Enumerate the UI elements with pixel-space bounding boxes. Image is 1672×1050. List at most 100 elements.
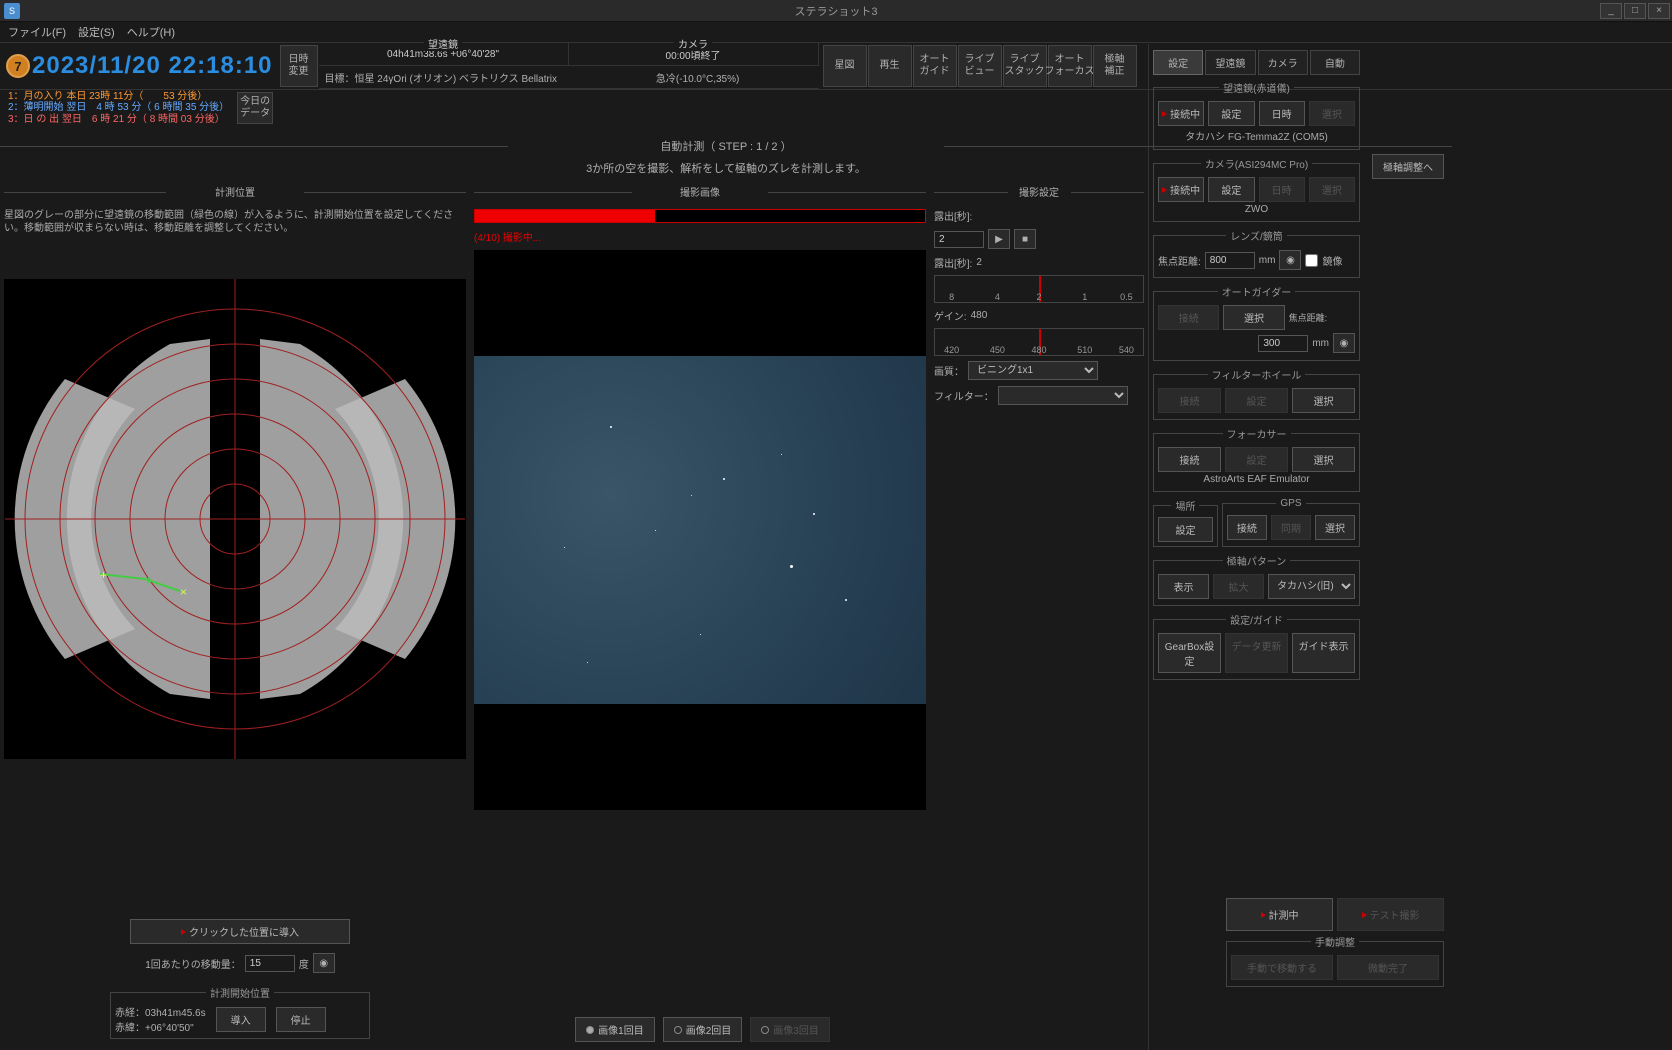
image-selector-row: 画像1回目 画像2回目 画像3回目 <box>480 1017 925 1042</box>
polar-button[interactable]: 極軸 補正 <box>1093 45 1137 87</box>
window-title: ステラショット3 <box>795 3 878 19</box>
guider-choose-button[interactable]: 選択 <box>1223 305 1284 330</box>
image-preview[interactable] <box>474 250 926 810</box>
position-header: 計測位置 <box>4 184 466 199</box>
menu-settings[interactable]: 設定(S) <box>78 24 115 40</box>
autoguide-button[interactable]: オート ガイド <box>913 45 957 87</box>
autofocus-button[interactable]: オート フォーカス <box>1048 45 1092 87</box>
gain-ruler[interactable]: 420450480510540 <box>934 328 1144 356</box>
focuser-model: AstroArts EAF Emulator <box>1158 474 1355 485</box>
measure-controls: 計測中 テスト撮影 手動調整 手動で移動する 微動完了 <box>1226 896 1444 990</box>
exposure-play-icon[interactable]: ▶ <box>988 229 1010 249</box>
move-amount-icon[interactable]: ◉ <box>313 953 335 973</box>
livestack-button[interactable]: ライブ スタック <box>1003 45 1047 87</box>
exposure-ruler[interactable]: 84210.5 <box>934 275 1144 303</box>
gps-connect-button[interactable]: 接続 <box>1227 515 1267 540</box>
settings-column: 撮影設定 露出[秒]: ▶ ■ 露出[秒]:2 84210.5 ゲイン:480 … <box>930 174 1148 1050</box>
guider-fl-unit: mm <box>1312 338 1329 349</box>
minimize-button[interactable]: _ <box>1600 3 1622 19</box>
lens-icon-button[interactable]: ◉ <box>1279 250 1301 270</box>
mount-settings-button[interactable]: 設定 <box>1208 101 1254 126</box>
mirror-checkbox[interactable] <box>1305 254 1318 267</box>
focuser-choose-button[interactable]: 選択 <box>1292 447 1355 472</box>
camera-connect-button[interactable]: 接続中 <box>1158 177 1204 202</box>
gps-sync-button[interactable]: 同期 <box>1271 515 1311 540</box>
data-update-button[interactable]: データ更新 <box>1225 633 1288 673</box>
guider-icon-button[interactable]: ◉ <box>1333 333 1355 353</box>
position-description: 星図のグレーの部分に望遠鏡の移動範囲（緑色の線）が入るように、計測開始位置を設定… <box>4 209 466 235</box>
filter-select[interactable] <box>998 386 1128 405</box>
location-settings-button[interactable]: 設定 <box>1158 517 1213 542</box>
app-icon: S <box>4 3 20 19</box>
measuring-button[interactable]: 計測中 <box>1226 898 1333 931</box>
mount-datetime-button[interactable]: 日時 <box>1259 101 1305 126</box>
camera-settings-button[interactable]: 設定 <box>1208 177 1254 202</box>
camera-choose-button[interactable]: 選択 <box>1309 177 1355 202</box>
manual-move-button[interactable]: 手動で移動する <box>1231 955 1333 980</box>
replay-button[interactable]: 再生 <box>868 45 912 87</box>
gain-label: ゲイン: <box>934 308 967 323</box>
goto-button[interactable]: 導入 <box>216 1007 266 1032</box>
menu-file[interactable]: ファイル(F) <box>8 24 66 40</box>
fw-choose-button[interactable]: 選択 <box>1292 388 1355 413</box>
guide-show-button[interactable]: ガイド表示 <box>1292 633 1355 673</box>
menu-help[interactable]: ヘルプ(H) <box>127 24 175 40</box>
quality-select[interactable]: ビニング1x1 <box>968 361 1098 380</box>
ra-value: 03h41m45.6s <box>145 1008 206 1019</box>
focal-length-unit: mm <box>1259 255 1276 266</box>
svg-text:+: + <box>145 573 152 587</box>
test-shot-button[interactable]: テスト撮影 <box>1337 898 1444 931</box>
exposure-stop-icon[interactable]: ■ <box>1014 229 1036 249</box>
polar-model-select[interactable]: タカハシ(旧) <box>1268 574 1355 599</box>
tab-settings[interactable]: 設定 <box>1153 50 1203 75</box>
gearbox-button[interactable]: GearBox設定 <box>1158 633 1221 673</box>
fw-settings-button[interactable]: 設定 <box>1225 388 1288 413</box>
close-button[interactable]: × <box>1648 3 1670 19</box>
move-amount-input[interactable] <box>245 955 295 972</box>
fine-done-button[interactable]: 微動完了 <box>1337 955 1439 980</box>
polar-adjust-button[interactable]: 極軸調整へ <box>1372 154 1444 179</box>
maximize-button[interactable]: □ <box>1624 3 1646 19</box>
sky-map[interactable]: + + × <box>4 279 466 759</box>
guider-fl-input[interactable] <box>1258 335 1308 352</box>
camera-status-label: カメラ <box>674 36 712 51</box>
guider-connect-button[interactable]: 接続 <box>1158 305 1219 330</box>
image3-button[interactable]: 画像3回目 <box>750 1017 830 1042</box>
mount-connect-button[interactable]: 接続中 <box>1158 101 1204 126</box>
focuser-connect-button[interactable]: 接続 <box>1158 447 1221 472</box>
exposure-input[interactable] <box>934 231 984 248</box>
polar-zoom-button[interactable]: 拡大 <box>1213 574 1264 599</box>
topbar: 7 2023/11/20 22:18:10 日時 変更 望遠鏡04h41m38.… <box>0 42 1672 90</box>
focal-length-input[interactable] <box>1205 252 1255 269</box>
image2-button[interactable]: 画像2回目 <box>663 1017 743 1042</box>
capture-header: 撮影画像 <box>474 184 926 199</box>
start-position-section: 計測開始位置 赤経：03h41m45.6s 赤緯：+06°40'50" 導入 停… <box>110 985 370 1039</box>
shoot-settings-header: 撮影設定 <box>934 184 1144 199</box>
capture-progress <box>474 209 926 223</box>
cooling-status: 急冷(-10.0°C,35%) <box>656 70 739 85</box>
middle-column: 撮影画像 (4/10) 撮影中... <box>470 174 930 1050</box>
capture-status-text: (4/10) 撮影中... <box>474 229 926 244</box>
image1-button[interactable]: 画像1回目 <box>575 1017 655 1042</box>
filter-label: フィルター： <box>934 388 994 403</box>
mount-choose-button[interactable]: 選択 <box>1309 101 1355 126</box>
focuser-settings-button[interactable]: 設定 <box>1225 447 1288 472</box>
datetime-text: 2023/11/20 22:18:10 <box>32 52 273 80</box>
tab-telescope[interactable]: 望遠鏡 <box>1205 50 1255 75</box>
starmap-button[interactable]: 星図 <box>823 45 867 87</box>
gps-choose-button[interactable]: 選択 <box>1315 515 1355 540</box>
datetime-change-button[interactable]: 日時 変更 <box>280 45 318 87</box>
target-label: 目標：恒星 24γOri (オリオン) ベラトリクス Bellatrix <box>325 70 558 85</box>
goto-click-button[interactable]: クリックした位置に導入 <box>130 919 350 944</box>
tab-auto[interactable]: 自動 <box>1310 50 1360 75</box>
liveview-button[interactable]: ライブ ビュー <box>958 45 1002 87</box>
stop-button[interactable]: 停止 <box>276 1007 326 1032</box>
polar-show-button[interactable]: 表示 <box>1158 574 1209 599</box>
tab-camera[interactable]: カメラ <box>1258 50 1308 75</box>
today-data-button[interactable]: 今日の データ <box>237 92 273 124</box>
camera-datetime-button[interactable]: 日時 <box>1259 177 1305 202</box>
focal-length-label: 焦点距離: <box>1158 253 1201 268</box>
polar-pattern-section: 極軸パターン 表示 拡大 タカハシ(旧) <box>1153 553 1360 606</box>
fw-connect-button[interactable]: 接続 <box>1158 388 1221 413</box>
exposure-label: 露出[秒]: <box>934 208 972 223</box>
